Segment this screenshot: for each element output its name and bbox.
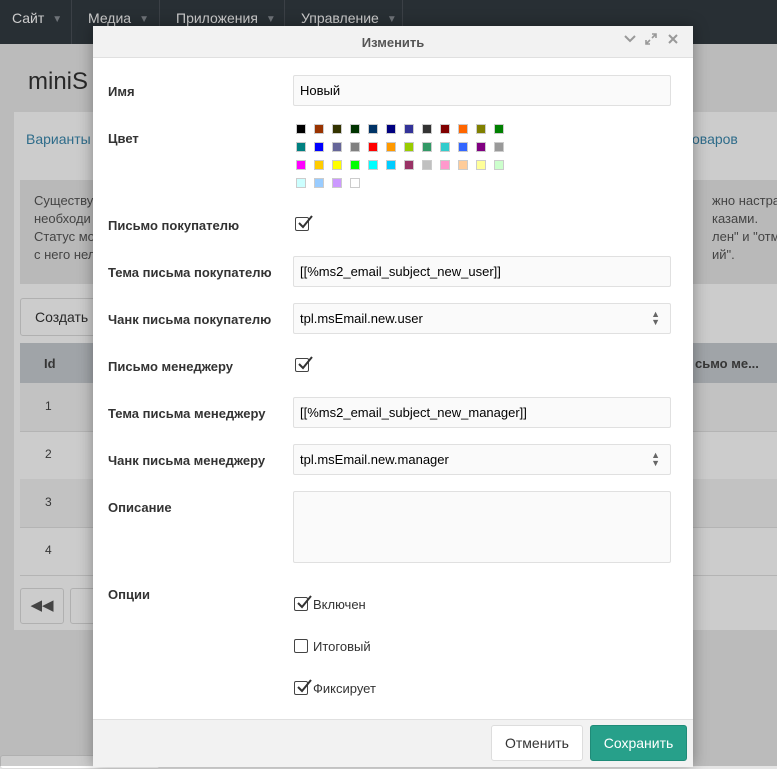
save-button[interactable]: Сохранить <box>590 725 687 761</box>
select-arrows-icon: ▲ ▼ <box>651 309 660 327</box>
description-textarea[interactable] <box>293 491 671 563</box>
cancel-button[interactable]: Отменить <box>491 725 583 761</box>
color-swatch[interactable] <box>458 142 468 152</box>
color-swatch[interactable] <box>458 124 468 134</box>
option-enabled-checkbox[interactable] <box>294 595 312 611</box>
dialog-header: Изменить <box>93 26 693 58</box>
color-swatch[interactable] <box>368 124 378 134</box>
chevron-down-icon[interactable] <box>623 32 637 49</box>
color-swatch[interactable] <box>476 142 486 152</box>
color-swatch[interactable] <box>386 160 396 170</box>
email-user-checkbox[interactable] <box>295 215 313 231</box>
color-swatch[interactable] <box>476 124 486 134</box>
color-swatch[interactable] <box>494 142 504 152</box>
subject-manager-input[interactable]: [[%ms2_email_subject_new_manager]] <box>293 397 671 428</box>
chunk-user-select[interactable]: tpl.msEmail.new.user ▲ ▼ <box>293 303 671 334</box>
color-swatch[interactable] <box>350 178 360 188</box>
color-swatch[interactable] <box>386 124 396 134</box>
color-swatch[interactable] <box>296 178 306 188</box>
color-swatch[interactable] <box>296 124 306 134</box>
color-swatch[interactable] <box>332 160 342 170</box>
checkmark-icon <box>298 215 313 229</box>
color-swatch[interactable] <box>314 124 324 134</box>
color-swatch[interactable] <box>440 124 450 134</box>
option-fixed-label[interactable]: Фиксирует <box>313 681 376 696</box>
color-swatch[interactable] <box>332 178 342 188</box>
color-swatch[interactable] <box>386 142 396 152</box>
chunk-user-value: tpl.msEmail.new.user <box>300 311 423 326</box>
color-swatch[interactable] <box>332 142 342 152</box>
color-swatch[interactable] <box>350 124 360 134</box>
select-arrows-icon: ▲ ▼ <box>651 450 660 468</box>
checkmark-icon <box>298 356 313 370</box>
email-manager-checkbox[interactable] <box>295 356 313 372</box>
color-swatch[interactable] <box>404 160 414 170</box>
color-swatch[interactable] <box>314 142 324 152</box>
edit-status-dialog: Изменить Имя Новый Цвет Письмо покупател… <box>93 26 693 767</box>
dialog-footer: Отменить Сохранить <box>93 719 693 767</box>
email-user-label: Письмо покупателю <box>108 218 240 233</box>
color-swatch[interactable] <box>350 142 360 152</box>
color-swatch[interactable] <box>296 160 306 170</box>
checkmark-icon <box>297 595 312 609</box>
color-swatch[interactable] <box>350 160 360 170</box>
color-swatch[interactable] <box>458 160 468 170</box>
color-swatch[interactable] <box>440 160 450 170</box>
color-label: Цвет <box>108 131 139 146</box>
email-manager-label: Письмо менеджеру <box>108 359 234 374</box>
subject-user-input[interactable]: [[%ms2_email_subject_new_user]] <box>293 256 671 287</box>
chunk-manager-select[interactable]: tpl.msEmail.new.manager ▲ ▼ <box>293 444 671 475</box>
color-swatch[interactable] <box>314 160 324 170</box>
chunk-user-label: Чанк письма покупателю <box>108 312 272 327</box>
option-enabled-label[interactable]: Включен <box>313 597 366 612</box>
expand-icon[interactable] <box>644 32 658 49</box>
color-swatch[interactable] <box>314 178 324 188</box>
color-swatch[interactable] <box>332 124 342 134</box>
subject-user-label: Тема письма покупателю <box>108 265 272 280</box>
color-swatch[interactable] <box>422 142 432 152</box>
color-swatch[interactable] <box>404 124 414 134</box>
chunk-manager-label: Чанк письма менеджеру <box>108 453 266 468</box>
color-swatch[interactable] <box>422 160 432 170</box>
checkmark-icon <box>297 679 312 693</box>
color-swatch[interactable] <box>296 142 306 152</box>
chunk-manager-value: tpl.msEmail.new.manager <box>300 452 449 467</box>
options-label: Опции <box>108 587 150 602</box>
option-final-checkbox[interactable] <box>294 639 308 653</box>
color-swatch[interactable] <box>422 124 432 134</box>
color-swatch[interactable] <box>476 160 486 170</box>
color-swatch[interactable] <box>368 142 378 152</box>
subject-manager-label: Тема письма менеджеру <box>108 406 266 421</box>
option-fixed-checkbox[interactable] <box>294 679 312 695</box>
description-label: Описание <box>108 500 172 515</box>
color-swatch[interactable] <box>368 160 378 170</box>
close-icon[interactable] <box>666 32 680 49</box>
color-swatch[interactable] <box>404 142 414 152</box>
color-swatch[interactable] <box>494 160 504 170</box>
option-final-label[interactable]: Итоговый <box>313 639 371 654</box>
color-swatch[interactable] <box>494 124 504 134</box>
dialog-title: Изменить <box>361 35 425 50</box>
color-swatch[interactable] <box>440 142 450 152</box>
name-input[interactable]: Новый <box>293 75 671 106</box>
name-label: Имя <box>108 84 135 99</box>
